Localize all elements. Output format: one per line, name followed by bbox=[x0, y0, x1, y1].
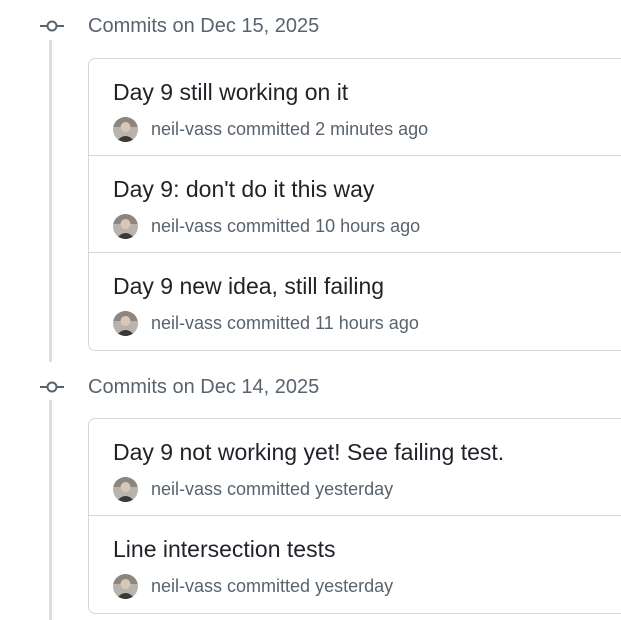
commit-message-link[interactable]: Day 9 new idea, still failing bbox=[113, 271, 384, 301]
commit-group-header: Commits on Dec 14, 2025 bbox=[0, 373, 621, 401]
commit-action: committed bbox=[227, 215, 311, 236]
commit-author-link[interactable]: neil-vass bbox=[151, 479, 222, 499]
commit-time: 11 hours ago bbox=[315, 312, 419, 333]
commit-action: committed bbox=[227, 575, 311, 596]
commit-meta: neil-vass committed yesterday bbox=[113, 476, 393, 502]
git-commit-icon bbox=[40, 20, 64, 32]
commit-message-link[interactable]: Line intersection tests bbox=[113, 534, 335, 564]
commit-message-link[interactable]: Day 9 not working yet! See failing test. bbox=[113, 437, 504, 467]
commit-row[interactable]: Day 9 not working yet! See failing test.… bbox=[89, 419, 621, 515]
commit-row[interactable]: Line intersection tests neil-vass commit… bbox=[89, 515, 621, 612]
commit-time: 10 hours ago bbox=[315, 215, 421, 236]
commit-author-link[interactable]: neil-vass bbox=[151, 119, 222, 139]
timeline-line bbox=[49, 400, 52, 620]
commit-message-link[interactable]: Day 9 still working on it bbox=[113, 77, 348, 107]
avatar-icon[interactable] bbox=[113, 310, 138, 336]
commit-group-header: Commits on Dec 15, 2025 bbox=[0, 12, 621, 40]
commit-row[interactable]: Day 9 new idea, still failing neil-vass … bbox=[89, 252, 621, 349]
commit-author-link[interactable]: neil-vass bbox=[151, 576, 222, 596]
avatar-icon[interactable] bbox=[113, 573, 138, 599]
commit-time: yesterday bbox=[315, 575, 394, 596]
git-commit-icon bbox=[40, 381, 64, 393]
avatar-icon[interactable] bbox=[113, 213, 138, 239]
commit-meta: neil-vass committed yesterday bbox=[113, 573, 393, 599]
commit-list: Day 9 not working yet! See failing test.… bbox=[88, 418, 621, 614]
commit-row[interactable]: Day 9: don't do it this way neil-vass co… bbox=[89, 155, 621, 252]
timeline-line bbox=[49, 40, 52, 362]
commit-time: 2 minutes ago bbox=[315, 118, 429, 139]
commit-action: committed bbox=[227, 312, 311, 333]
commit-author-link[interactable]: neil-vass bbox=[151, 313, 222, 333]
commit-timeline: Commits on Dec 15, 2025 Day 9 still work… bbox=[0, 0, 621, 620]
commit-row[interactable]: Day 9 still working on it neil-vass comm… bbox=[89, 59, 621, 155]
commit-message-link[interactable]: Day 9: don't do it this way bbox=[113, 174, 374, 204]
commit-meta: neil-vass committed 2 minutes ago bbox=[113, 116, 428, 142]
commit-group-title: Commits on Dec 14, 2025 bbox=[88, 376, 320, 398]
commit-time: yesterday bbox=[315, 478, 394, 499]
avatar-icon[interactable] bbox=[113, 116, 138, 142]
commit-list: Day 9 still working on it neil-vass comm… bbox=[88, 58, 621, 351]
avatar-icon[interactable] bbox=[113, 476, 138, 502]
commit-meta: neil-vass committed 10 hours ago bbox=[113, 213, 420, 239]
commit-author-link[interactable]: neil-vass bbox=[151, 216, 222, 236]
commit-action: committed bbox=[227, 118, 311, 139]
commit-group-title: Commits on Dec 15, 2025 bbox=[88, 15, 320, 37]
commit-action: committed bbox=[227, 478, 311, 499]
commit-meta: neil-vass committed 11 hours ago bbox=[113, 310, 419, 336]
